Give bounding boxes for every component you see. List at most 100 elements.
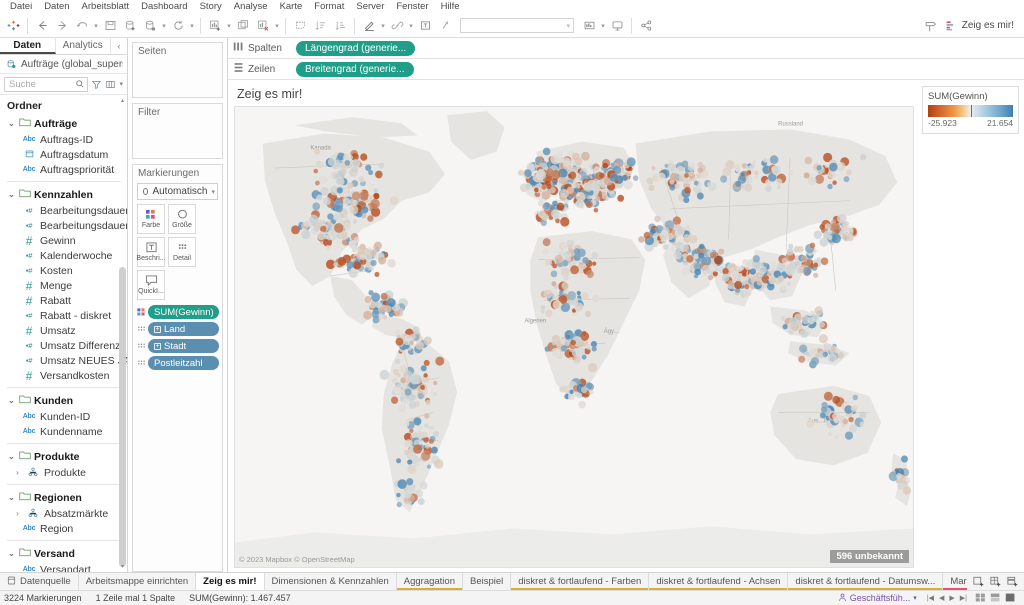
connect-data-icon[interactable] [140,16,160,36]
clear-dropdown-icon[interactable]: ▾ [273,16,281,36]
folder-regionen[interactable]: ⌄ Regionen [0,489,127,506]
showme-signpost-icon[interactable] [921,16,941,36]
chevron-down-icon[interactable]: ⌄ [7,452,16,461]
show-me-button[interactable]: Zeig es mir! [941,16,1021,36]
field-auftragsdatum[interactable]: Auftragsdatum [0,147,127,162]
chevron-down-icon[interactable]: ⌄ [7,119,16,128]
tableau-logo-icon[interactable] [3,16,23,36]
field-versandkosten[interactable]: # Versandkosten [0,368,127,383]
field-kundenname[interactable]: Abc Kundenname [0,424,127,439]
chevron-down-icon[interactable]: ▾ [913,594,917,602]
new-worksheet-icon[interactable] [205,16,225,36]
menu-item-analyse[interactable]: Analyse [228,0,274,14]
forward-arrow-icon[interactable] [52,16,72,36]
back-arrow-icon[interactable] [32,16,52,36]
map-svg[interactable]: Kanada Verei… aaten Bra… Algerien Ägy… R… [235,107,913,567]
field-umsatz-differenz[interactable]: ▪# Umsatz Differenz [0,338,127,353]
color-legend[interactable]: SUM(Gewinn) -25.923 21.654 [922,86,1019,134]
fit-select[interactable]: ▾ [460,18,574,33]
field-produkte-hierarchy[interactable]: › Produkte [0,465,127,480]
connect-dropdown-icon[interactable]: ▾ [160,16,168,36]
prev-page-icon[interactable]: ◀ [939,594,944,602]
folder-kennzahlen[interactable]: ⌄ Kennzahlen [0,186,127,203]
menu-item-fenster[interactable]: Fenster [390,0,434,14]
color-button[interactable]: Farbe [137,204,165,234]
tab-beispiel[interactable]: Beispiel [462,573,512,590]
sort-descending-icon[interactable] [330,16,350,36]
pages-card[interactable]: Seiten [132,42,223,98]
field-list-scrollbar[interactable]: ▴ ▾ [119,97,126,570]
pill-land[interactable]: + Land [148,322,219,336]
sort-ascending-icon[interactable] [310,16,330,36]
text-labels-icon[interactable] [415,16,435,36]
label-button[interactable]: Beschri... [136,237,166,267]
next-page-icon[interactable]: ▶ [949,594,954,602]
tab-diskret-fortlaufend-datumsw[interactable]: diskret & fortlaufend - Datumsw... [788,573,944,590]
grid-view-icon[interactable] [975,592,986,605]
group-dropdown-icon[interactable]: ▾ [407,16,415,36]
tab-diskret-fortlaufend-achsen[interactable]: diskret & fortlaufend - Achsen [649,573,789,590]
chevron-left-icon[interactable]: ‹ [111,38,127,54]
clear-sheet-icon[interactable] [253,16,273,36]
save-icon[interactable] [100,16,120,36]
labels-dropdown-icon[interactable]: ▾ [379,16,387,36]
presentation-icon[interactable] [579,16,599,36]
undo-icon[interactable] [72,16,92,36]
split-view-icon[interactable] [990,592,1001,605]
field-absatzmaerkte-hierarchy[interactable]: › Absatzmärkte [0,506,127,521]
share-icon[interactable] [636,16,656,36]
tab-aggragation[interactable]: Aggragation [396,573,463,590]
new-data-source-icon[interactable] [120,16,140,36]
folder-versand[interactable]: ⌄ Versand [0,545,127,562]
menu-item-datei[interactable]: Datei [4,0,38,14]
expand-hierarchy-icon[interactable]: + [154,325,161,333]
rows-shelf[interactable]: Zeilen Breitengrad (generie... [228,59,1024,80]
tab-analytics[interactable]: Analytics [56,38,111,54]
data-source-item[interactable]: Aufträge (global_superst... [0,55,127,74]
tab-daten[interactable]: Daten [0,38,56,54]
field-umsatz[interactable]: # Umsatz [0,323,127,338]
chevron-down-icon[interactable]: ⌄ [7,396,16,405]
pill-sum-gewinn[interactable]: SUM(Gewinn) [148,305,219,319]
scroll-up-icon[interactable]: ▴ [119,97,126,104]
search-input[interactable]: Suche [4,76,89,92]
mark-type-select[interactable]: Automatisch ▾ [137,183,218,200]
first-page-icon[interactable]: |◀ [927,594,934,602]
view-mode-icon[interactable] [105,79,116,90]
tab-arbeitsmappe-einrichten[interactable]: Arbeitsmappe einrichten [78,573,197,590]
scrollbar-thumb[interactable] [119,267,126,567]
field-umsatz-neues-jahr[interactable]: ▪# Umsatz NEUES JAHR [0,353,127,368]
field-auftragsprioritaet[interactable]: Abc Auftragspriorität [0,162,127,177]
field-versandart[interactable]: Abc Versandart [0,562,127,573]
pill-stadt[interactable]: + Stadt [148,339,219,353]
chevron-down-icon[interactable]: ⌄ [7,493,16,502]
tab-dimensionen-kennzahlen[interactable]: Dimensionen & Kennzahlen [264,573,397,590]
pill-breitengrad[interactable]: Breitengrad (generie... [296,61,414,77]
refresh-icon[interactable] [168,16,188,36]
filters-card[interactable]: Filter [132,103,223,159]
field-menge[interactable]: # Menge [0,278,127,293]
duplicate-icon[interactable] [233,16,253,36]
user-selector[interactable]: Geschäftsfüh... ▾ [838,593,927,604]
field-kalenderwoche[interactable]: ▪# Kalenderwoche [0,248,127,263]
menu-item-server[interactable]: Server [350,0,390,14]
new-story-icon[interactable] [1005,574,1020,589]
new-dashboard-icon[interactable] [988,574,1003,589]
chevron-down-icon[interactable]: ⌄ [7,190,16,199]
view-mode-dropdown-icon[interactable]: ▾ [119,80,123,88]
pill-laengengrad[interactable]: Längengrad (generie... [296,40,416,56]
field-rabatt-diskret[interactable]: ▪# Rabatt - diskret [0,308,127,323]
pill-postleitzahl[interactable]: Postleitzahl [148,356,219,370]
tab-markierungen[interactable]: Markierungen [943,573,967,590]
field-bearbeitungsdauer-2[interactable]: ▪# Bearbeitungsdauer [0,218,127,233]
menu-item-format[interactable]: Format [308,0,350,14]
columns-shelf[interactable]: Spalten Längengrad (generie... [228,38,1024,59]
chevron-down-icon[interactable]: ⌄ [7,549,16,558]
field-gewinn[interactable]: # Gewinn [0,233,127,248]
new-sheet-dropdown-icon[interactable]: ▾ [225,16,233,36]
labels-icon[interactable] [359,16,379,36]
tooltip-button[interactable]: QuickI... [137,270,165,300]
expand-hierarchy-icon[interactable]: + [154,342,161,350]
tab-diskret-fortlaufend-farben[interactable]: diskret & fortlaufend - Farben [511,573,650,590]
detail-button[interactable]: Detail [168,237,196,267]
